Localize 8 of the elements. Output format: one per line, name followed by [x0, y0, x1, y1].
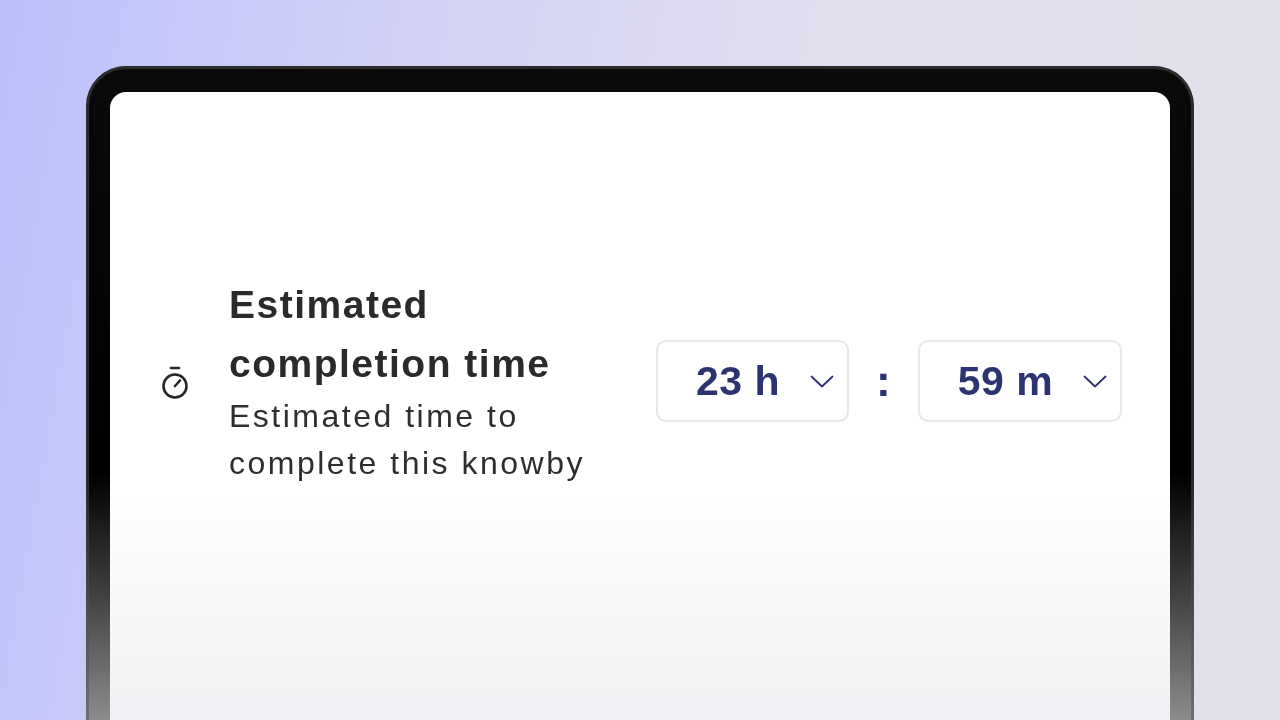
time-separator: :: [875, 356, 892, 406]
setting-title: Estimated completion time: [229, 282, 552, 387]
time-dropdown[interactable]: 23 h: [656, 340, 850, 422]
time-dropdown[interactable]: 59 m: [917, 340, 1123, 422]
chevron-down-icon: [810, 374, 835, 388]
stopwatch-icon: [161, 366, 189, 400]
setting-description: Estimated time to complete this knowby: [229, 397, 586, 483]
chevron-down-icon: [1083, 374, 1108, 388]
